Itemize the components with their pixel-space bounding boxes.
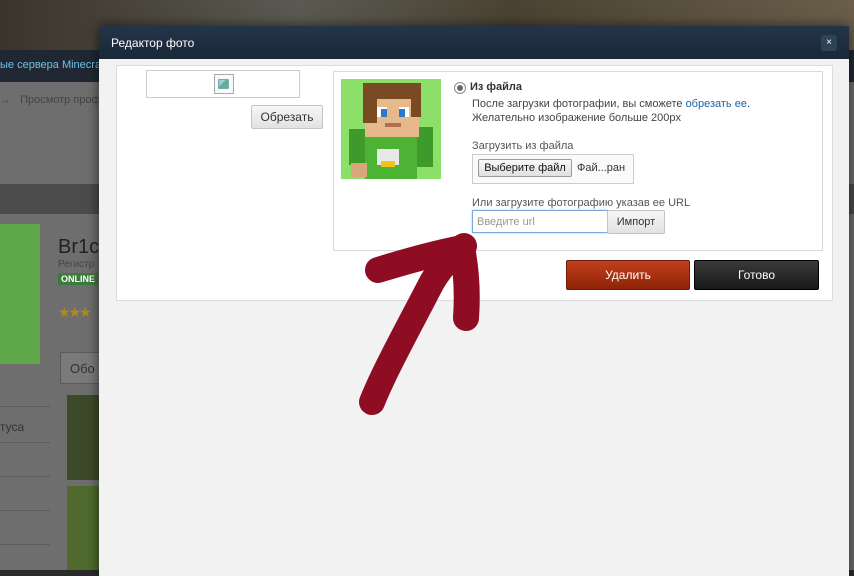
modal-header: Редактор фото × (99, 26, 849, 59)
sidebar-divider (0, 406, 50, 407)
upload-info-line2: Желательно изображение больше 200px (472, 112, 682, 124)
minecraft-avatar-art (341, 79, 441, 179)
broken-image-icon (214, 74, 234, 94)
sidebar-divider (0, 510, 50, 511)
sidebar-divider (0, 544, 50, 545)
online-badge: ONLINE (58, 273, 99, 285)
upload-info-suffix: . (746, 98, 751, 110)
file-picker: Выберите файл Фай...ран (472, 154, 634, 184)
from-file-radio[interactable] (454, 82, 466, 94)
breadcrumb-arrow: → (0, 94, 11, 106)
from-file-label[interactable]: Из файла (470, 81, 522, 93)
crop-button[interactable]: Обрезать (251, 105, 323, 129)
screenshot-thumb (67, 486, 99, 570)
breadcrumb-text[interactable]: Просмотр проф (20, 94, 101, 106)
profile-avatar (0, 224, 40, 364)
crop-link[interactable]: обрезать ее (686, 98, 747, 110)
photo-editor-modal: Редактор фото × Обрезать Из файла После … (99, 26, 849, 576)
breadcrumb: → Просмотр проф (0, 94, 101, 106)
upload-section: Из файла После загрузки фотографии, вы с… (333, 71, 823, 251)
upload-info-line1: После загрузки фотографии, вы сможете об… (472, 98, 750, 110)
profile-name: Br1c (58, 236, 100, 258)
upload-label: Загрузить из файла (472, 140, 574, 152)
close-icon[interactable]: × (821, 35, 837, 51)
delete-button[interactable]: Удалить (566, 260, 690, 290)
sidebar-status-label: туса (0, 420, 25, 434)
done-button[interactable]: Готово (694, 260, 819, 290)
modal-title: Редактор фото (111, 36, 195, 50)
upload-info-prefix: После загрузки фотографии, вы сможете (472, 98, 686, 110)
editor-panel: Обрезать Из файла После загрузки фотогра… (116, 65, 833, 301)
sidebar-divider (0, 476, 50, 477)
crop-preview (146, 70, 300, 98)
url-label: Или загрузите фотографию указав ее URL (472, 197, 691, 209)
import-button[interactable]: Импорт (607, 210, 665, 234)
sidebar-divider (0, 442, 50, 443)
file-name-text: Фай...ран (577, 162, 626, 174)
rating-stars: ★★★ (58, 304, 92, 320)
registered-label: Регистр (58, 259, 95, 270)
nav-link[interactable]: ые сервера Minecraft (0, 59, 107, 71)
choose-file-button[interactable]: Выберите файл (478, 159, 572, 177)
url-input[interactable] (472, 210, 608, 233)
screenshot-thumb (67, 395, 99, 480)
avatar-image (341, 79, 441, 179)
profile-tab[interactable]: Обо (70, 361, 95, 376)
